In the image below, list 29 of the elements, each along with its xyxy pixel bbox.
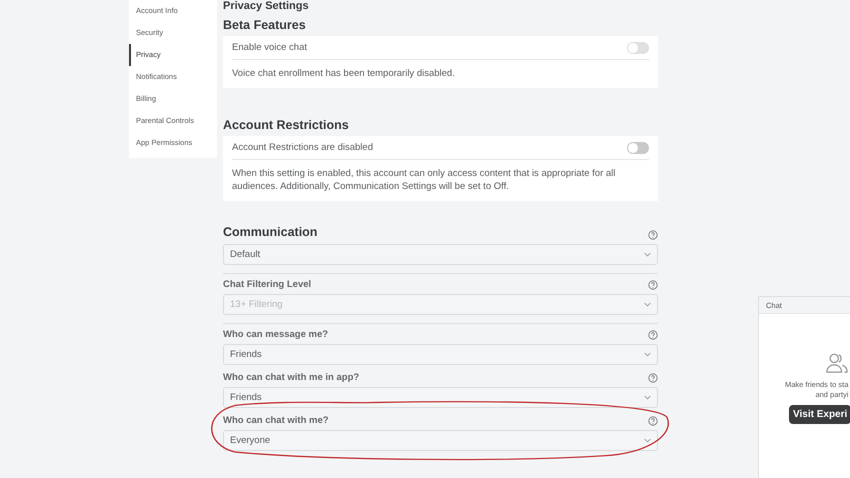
help-icon[interactable]	[648, 280, 658, 290]
section-heading: Beta Features	[223, 18, 307, 32]
field-label: Chat Filtering Level	[223, 279, 312, 290]
chevron-icon	[644, 395, 651, 400]
toggle-label: Enable voice chat	[232, 42, 307, 53]
help-icon[interactable]	[648, 416, 658, 426]
toggle-switch[interactable]	[627, 142, 649, 154]
visit-button[interactable]: Visit Experi	[789, 405, 850, 424]
chevron-icon	[644, 302, 651, 307]
dropdown-field[interactable]: Everyone	[223, 430, 658, 451]
chevron-icon	[644, 438, 651, 443]
field-label: Who can chat with me?	[223, 415, 329, 426]
dropdown-field[interactable]: Default	[223, 244, 658, 265]
description-text: When this setting is enabled, this account can only access content that is appropriate for all audiences. Additionally, Communication Settings will be set to Off.	[232, 167, 616, 194]
field-label: Who can chat with me in app?	[223, 372, 360, 383]
page-title: Privacy Settings	[223, 0, 310, 12]
description-text: Voice chat enrollment has been temporarily disabled.	[232, 67, 456, 81]
section-heading: Account Restrictions	[223, 118, 350, 132]
toggle-label: Account Restrictions are disabled	[232, 142, 373, 153]
field-label: Who can message me?	[223, 329, 328, 340]
section-heading: Communication	[223, 225, 318, 239]
dropdown-field[interactable]: Friends	[223, 387, 658, 408]
chevron-icon	[644, 352, 651, 357]
dropdown-field[interactable]: Friends	[223, 344, 658, 365]
chevron-icon	[644, 252, 651, 257]
help-icon[interactable]	[648, 330, 658, 340]
help-icon[interactable]	[648, 372, 658, 382]
people-icon	[825, 352, 849, 374]
help-icon[interactable]	[648, 230, 658, 240]
